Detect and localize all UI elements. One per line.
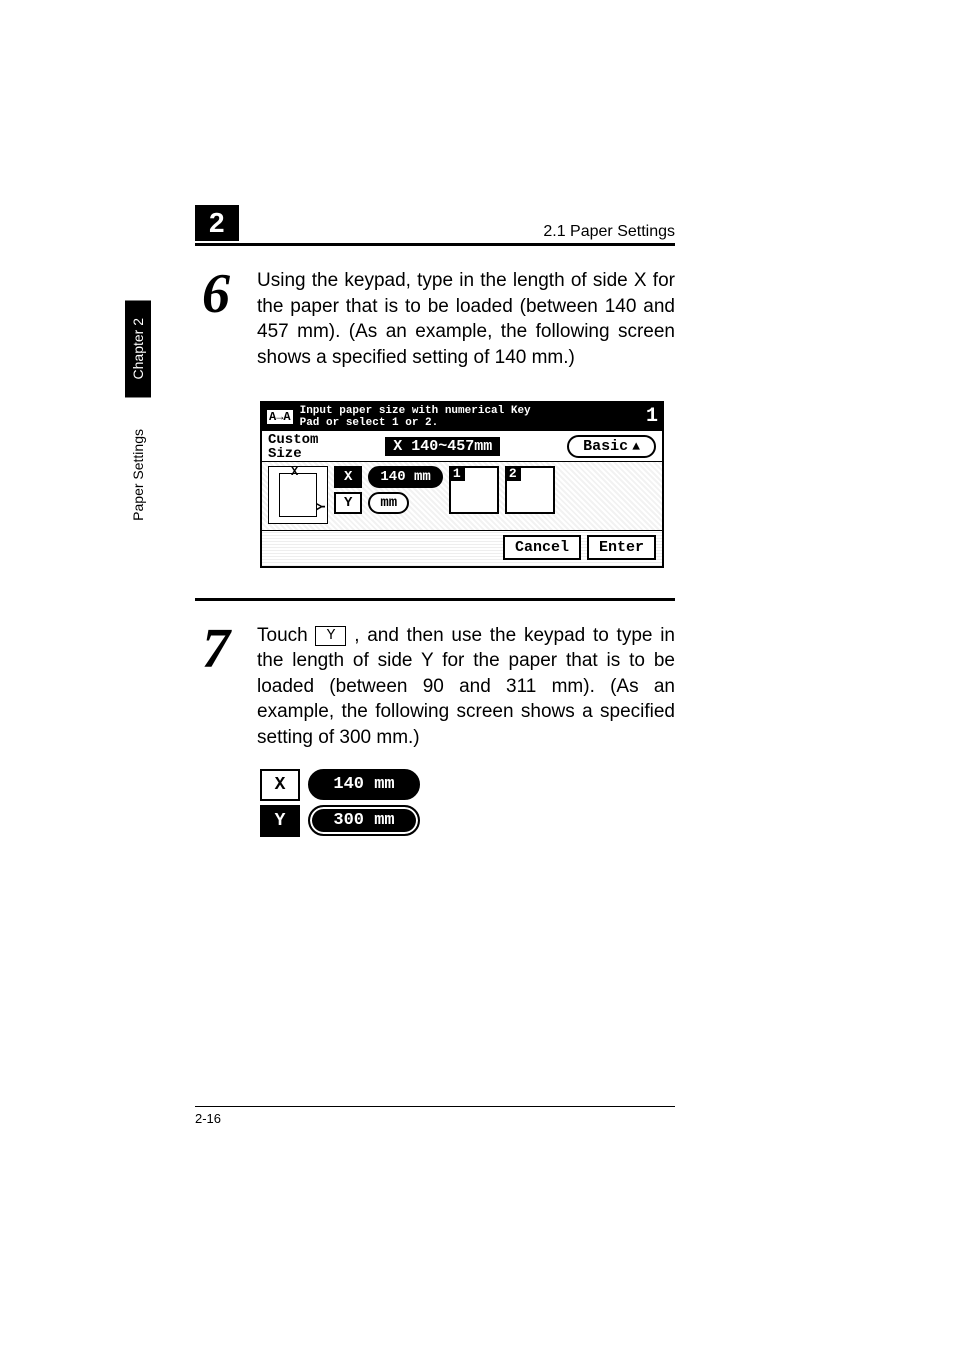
- enter-button[interactable]: Enter: [587, 535, 656, 560]
- memory-slot-2-label: 2: [505, 466, 521, 481]
- xy-panel-screenshot: X 140 mm Y 300 mm: [260, 769, 430, 837]
- paper-x-marker: X: [291, 465, 298, 479]
- step-7: 7 Touch Y , and then use the keypad to t…: [195, 623, 675, 751]
- y-value-display: mm: [368, 492, 409, 514]
- step-6: 6 Using the keypad, type in the length o…: [195, 268, 675, 371]
- step-7-text: Touch Y , and then use the keypad to typ…: [257, 623, 675, 751]
- y-key-inline: Y: [315, 626, 346, 646]
- step-7-number: 7: [195, 623, 237, 676]
- panel-x-key[interactable]: X: [260, 769, 300, 801]
- lcd-screenshot: A→A Input paper size with numerical Key …: [260, 401, 664, 568]
- step-6-text: Using the keypad, type in the length of …: [257, 268, 675, 371]
- section-title: 2.1 Paper Settings: [543, 223, 675, 241]
- panel-y-key[interactable]: Y: [260, 805, 300, 837]
- x-value-display: 140 mm: [368, 466, 442, 488]
- basic-button[interactable]: Basic ▲: [567, 435, 656, 458]
- memory-slot-2[interactable]: 2: [505, 466, 555, 514]
- chapter-badge: 2: [195, 205, 239, 241]
- copy-mode-icon: A→A: [266, 409, 294, 425]
- page-number: 2-16: [195, 1111, 221, 1126]
- cancel-button[interactable]: Cancel: [503, 535, 581, 560]
- memory-slot-1[interactable]: 1: [449, 466, 499, 514]
- arrow-up-icon: ▲: [632, 439, 640, 454]
- paper-y-marker: Y: [315, 503, 329, 510]
- paper-diagram-icon: X Y: [268, 466, 328, 524]
- page-footer: 2-16: [195, 1106, 675, 1126]
- step-divider: [195, 598, 675, 601]
- basic-button-label: Basic: [583, 438, 628, 455]
- y-key[interactable]: Y: [334, 492, 362, 514]
- panel-y-value: 300 mm: [308, 805, 420, 836]
- x-range-label: X 140~457mm: [385, 437, 500, 456]
- side-tabs: Chapter 2 Paper Settings: [125, 300, 151, 539]
- side-tab-section: Paper Settings: [125, 411, 151, 539]
- custom-size-label: Custom Size: [268, 433, 318, 461]
- page-header: 2 2.1 Paper Settings: [195, 205, 675, 246]
- side-tab-chapter: Chapter 2: [125, 300, 151, 397]
- memory-slot-1-label: 1: [449, 466, 465, 481]
- x-key[interactable]: X: [334, 466, 362, 488]
- step-6-number: 6: [195, 268, 237, 321]
- lcd-prompt: Input paper size with numerical Key Pad …: [300, 405, 531, 429]
- lcd-index: 1: [646, 405, 658, 428]
- panel-x-value: 140 mm: [308, 769, 420, 800]
